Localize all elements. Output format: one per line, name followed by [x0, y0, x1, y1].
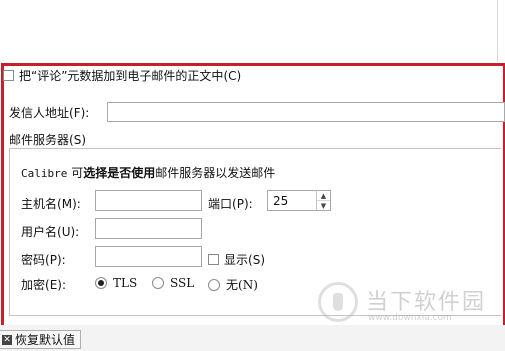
restore-defaults-label: 恢复默认值 — [15, 333, 76, 347]
spin-up-icon[interactable]: ▲ — [317, 191, 330, 201]
encryption-option-tls[interactable]: TLS — [95, 276, 137, 290]
mail-server-hint: Calibre 可选择是否使用邮件服务器以发送邮件 — [21, 166, 276, 180]
bottom-bar: ✕ 恢复默认值 — [0, 325, 505, 351]
ssl-label: SSL — [170, 276, 195, 290]
sender-label: 发信人地址(F): — [9, 106, 90, 120]
show-password-checkbox[interactable] — [208, 254, 219, 265]
attach-comments-option[interactable]: 把“评论”元数据加到电子邮件的正文中(C) — [3, 67, 241, 84]
show-password-option[interactable]: 显示(S) — [208, 251, 265, 268]
none-radio[interactable] — [208, 278, 220, 291]
none-label: 无(N) — [226, 278, 258, 292]
username-input[interactable] — [95, 218, 202, 239]
password-label: 密码(P): — [21, 253, 66, 267]
hostname-label: 主机名(M): — [21, 197, 81, 211]
restore-icon: ✕ — [2, 334, 12, 345]
spin-down-icon[interactable]: ▼ — [317, 201, 330, 210]
sender-address-input[interactable] — [107, 102, 505, 122]
show-password-label: 显示(S) — [224, 253, 266, 267]
top-divider — [497, 0, 498, 62]
watermark-logo-icon — [318, 282, 358, 322]
port-label: 端口(P): — [208, 197, 253, 211]
tls-label: TLS — [113, 276, 138, 290]
top-blank-area — [0, 0, 505, 62]
attach-comments-label: 把“评论”元数据加到电子邮件的正文中(C) — [19, 69, 242, 83]
encryption-option-none[interactable]: 无(N) — [208, 276, 258, 293]
port-spinbox[interactable]: 25 ▲ ▼ — [267, 190, 331, 211]
restore-defaults-button[interactable]: ✕ 恢复默认值 — [0, 330, 82, 349]
attach-comments-checkbox[interactable] — [3, 70, 14, 81]
password-input[interactable] — [95, 246, 202, 267]
tls-radio[interactable] — [95, 277, 107, 289]
hostname-input[interactable] — [95, 190, 202, 211]
ssl-radio[interactable] — [152, 277, 164, 289]
encryption-option-ssl[interactable]: SSL — [152, 276, 194, 290]
port-value: 25 — [273, 194, 289, 208]
mail-server-section-label: 邮件服务器(S) — [9, 133, 87, 147]
username-label: 用户名(U): — [21, 225, 80, 239]
encryption-label: 加密(E): — [21, 278, 67, 292]
watermark-url: www.downxia.com — [368, 313, 452, 323]
watermark-text: 当下软件园 — [366, 290, 487, 315]
